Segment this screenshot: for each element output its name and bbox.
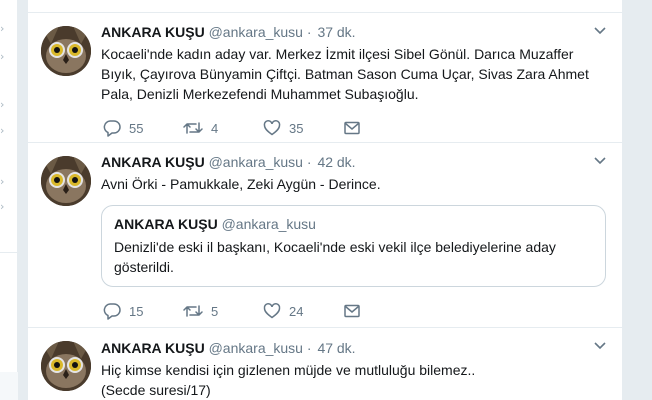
like-button[interactable]: 24 bbox=[263, 301, 303, 321]
owl-avatar-icon bbox=[41, 341, 91, 391]
username[interactable]: @ankara_kusu bbox=[209, 24, 303, 40]
separator: · bbox=[306, 340, 312, 356]
username[interactable]: @ankara_kusu bbox=[209, 340, 303, 356]
avatar[interactable] bbox=[41, 156, 91, 206]
tweet-header: ANKARA KUŞU @ankara_kusu · 37 dk. bbox=[101, 22, 610, 42]
tweet[interactable]: ANKARA KUŞU @ankara_kusu · 37 dk. Kocael… bbox=[28, 12, 622, 142]
tweet-text: Kocaeli'nde kadın aday var. Merkez İzmit… bbox=[101, 46, 589, 102]
tweet-text-line: Hiç kimse kendisi için gizlenen müjde ve… bbox=[101, 362, 476, 378]
chevron-down-icon[interactable] bbox=[594, 342, 606, 350]
reply-button[interactable]: 15 bbox=[103, 301, 143, 321]
timestamp[interactable]: 37 dk. bbox=[317, 24, 355, 40]
username[interactable]: @ankara_kusu bbox=[209, 154, 303, 170]
owl-avatar-icon bbox=[41, 156, 91, 206]
chevron-left-icon: › bbox=[0, 22, 5, 35]
chevron-left-icon: › bbox=[0, 175, 5, 188]
like-button[interactable]: 35 bbox=[263, 118, 303, 138]
timestamp[interactable]: 47 dk. bbox=[317, 340, 355, 356]
tweet[interactable]: ANKARA KUŞU @ankara_kusu · 42 dk. Avni Ö… bbox=[28, 142, 622, 327]
heart-icon bbox=[263, 303, 281, 319]
avatar[interactable] bbox=[41, 26, 91, 76]
quoted-display-name: ANKARA KUŞU bbox=[114, 216, 218, 232]
divider bbox=[0, 252, 18, 253]
chevron-down-icon[interactable] bbox=[594, 157, 606, 165]
quoted-tweet[interactable]: ANKARA KUŞU @ankara_kusu Denizli'de eski… bbox=[101, 205, 606, 287]
chevron-left-icon: › bbox=[0, 98, 5, 111]
separator: · bbox=[306, 24, 312, 40]
display-name[interactable]: ANKARA KUŞU bbox=[101, 154, 205, 170]
reply-count: 15 bbox=[129, 303, 144, 319]
chevron-down-icon[interactable] bbox=[594, 27, 606, 35]
separator: · bbox=[306, 154, 312, 170]
retweet-button[interactable]: 5 bbox=[183, 301, 218, 321]
quoted-tweet-header: ANKARA KUŞU @ankara_kusu bbox=[114, 215, 593, 233]
like-count: 35 bbox=[289, 120, 304, 136]
display-name[interactable]: ANKARA KUŞU bbox=[101, 340, 205, 356]
right-margin bbox=[624, 0, 652, 400]
heart-icon bbox=[263, 120, 281, 136]
owl-avatar-icon bbox=[41, 26, 91, 76]
timestamp[interactable]: 42 dk. bbox=[317, 154, 355, 170]
tweet-header: ANKARA KUŞU @ankara_kusu · 42 dk. bbox=[101, 152, 610, 172]
left-column: › › › › › › bbox=[0, 0, 18, 400]
envelope-icon bbox=[344, 121, 360, 135]
tweet[interactable]: ANKARA KUŞU @ankara_kusu · 47 dk. Hiç ki… bbox=[28, 327, 622, 400]
tweet-text: Avni Örki - Pamukkale, Zeki Aygün - Deri… bbox=[101, 176, 381, 192]
chevron-left-icon: › bbox=[0, 124, 5, 137]
tweet-text-line: (Secde suresi/17) bbox=[101, 382, 211, 398]
reply-button[interactable]: 55 bbox=[103, 118, 143, 138]
retweet-icon bbox=[183, 122, 203, 134]
quoted-username: @ankara_kusu bbox=[221, 216, 316, 232]
chevron-left-icon: › bbox=[0, 200, 5, 213]
reply-count: 55 bbox=[129, 120, 144, 136]
direct-message-button[interactable] bbox=[343, 301, 361, 321]
retweet-count: 5 bbox=[211, 303, 219, 319]
chevron-left-icon: › bbox=[0, 50, 5, 63]
retweet-button[interactable]: 4 bbox=[183, 118, 218, 138]
retweet-count: 4 bbox=[211, 120, 219, 136]
tweet-header: ANKARA KUŞU @ankara_kusu · 47 dk. bbox=[101, 338, 610, 358]
direct-message-button[interactable] bbox=[343, 118, 361, 138]
like-count: 24 bbox=[289, 303, 304, 319]
reply-icon bbox=[103, 120, 121, 137]
left-panel-footer bbox=[0, 372, 18, 400]
timeline: ANKARA KUŞU @ankara_kusu · 37 dk. Kocael… bbox=[27, 0, 623, 400]
avatar[interactable] bbox=[41, 341, 91, 391]
retweet-icon bbox=[183, 305, 203, 317]
tweet-text: Hiç kimse kendisi için gizlenen müjde ve… bbox=[101, 360, 610, 400]
reply-icon bbox=[103, 303, 121, 320]
quoted-tweet-text: Denizli'de eski il başkanı, Kocaeli'nde … bbox=[114, 239, 556, 275]
display-name[interactable]: ANKARA KUŞU bbox=[101, 24, 205, 40]
envelope-icon bbox=[344, 304, 360, 318]
